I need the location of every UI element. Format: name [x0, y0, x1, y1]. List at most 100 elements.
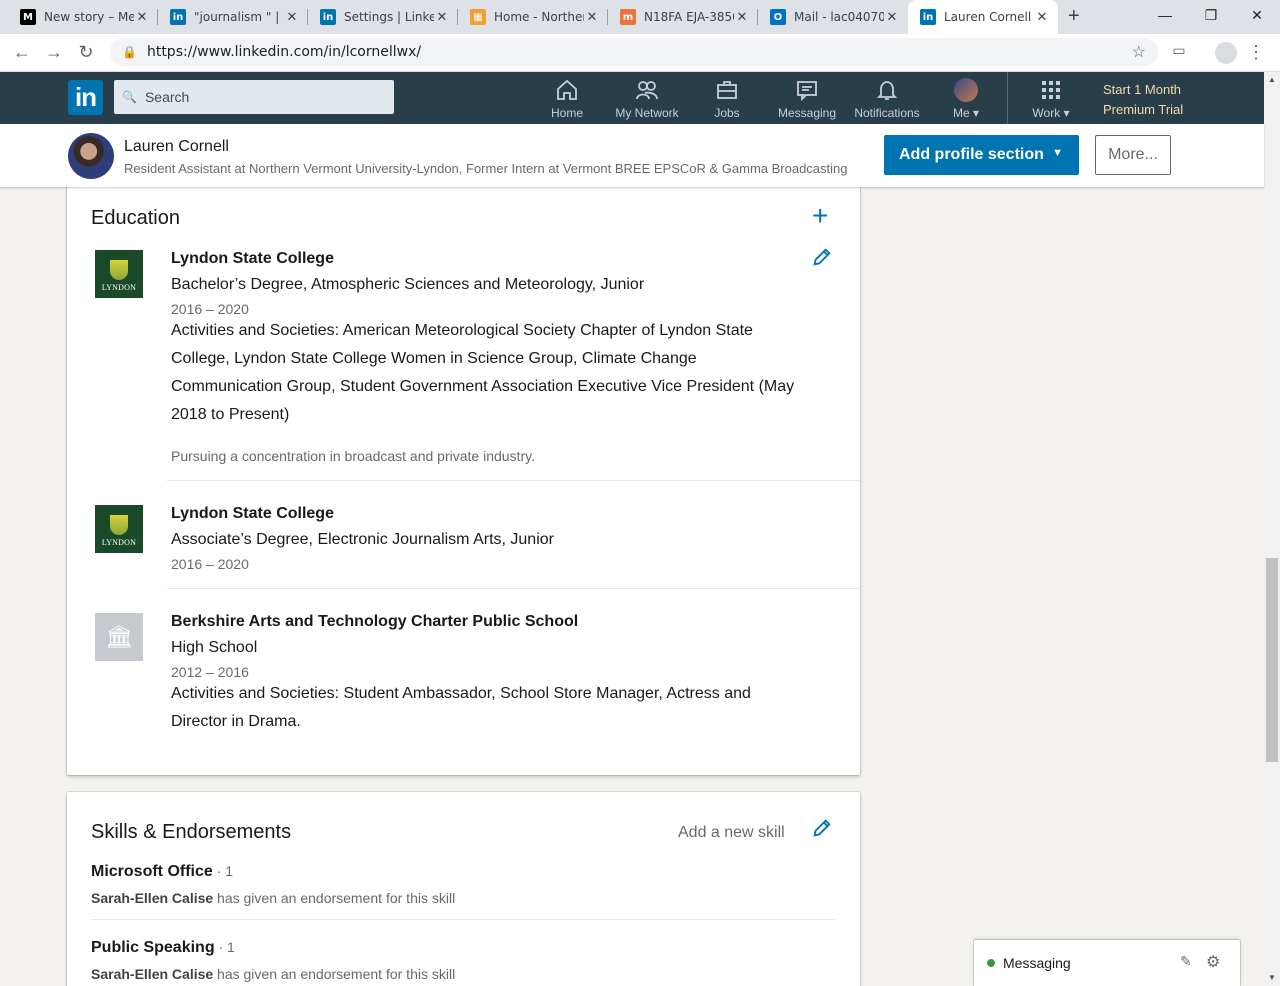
- close-tab-icon[interactable]: ✕: [584, 10, 600, 25]
- bookmark-star-icon[interactable]: ☆: [1132, 42, 1146, 62]
- tab-title: Mail - lac04070: [794, 10, 884, 24]
- home-icon: [546, 78, 588, 102]
- linkedin-nav: in 🔍 Search Home My Network Jobs Messagi…: [0, 72, 1264, 124]
- close-tab-icon[interactable]: ✕: [734, 10, 750, 25]
- nav-messaging[interactable]: Messaging: [776, 78, 838, 120]
- school-logo[interactable]: LYNDON: [95, 250, 143, 298]
- degree: Bachelor’s Degree, Atmospheric Sciences …: [171, 276, 645, 293]
- close-window-icon[interactable]: ✕: [1234, 0, 1280, 30]
- restore-icon[interactable]: ❐: [1188, 0, 1234, 30]
- add-education-icon[interactable]: +: [812, 202, 828, 230]
- menu-kebab-icon[interactable]: ⋮: [1244, 42, 1268, 63]
- degree: Associate’s Degree, Electronic Journalis…: [171, 531, 554, 548]
- messaging-label: Messaging: [1003, 955, 1071, 971]
- new-tab-icon[interactable]: +: [1068, 5, 1080, 28]
- scrollbar-thumb[interactable]: [1266, 558, 1278, 762]
- nav-work[interactable]: Work ▾: [1028, 78, 1074, 120]
- linkedin-favicon-icon: in: [320, 9, 336, 25]
- messaging-overlay[interactable]: Messaging ✎ ⚙: [974, 940, 1240, 986]
- tab-title: Lauren Cornell |: [944, 10, 1034, 24]
- scroll-up-arrow-icon[interactable]: ▲: [1264, 72, 1280, 88]
- minimize-icon[interactable]: —: [1142, 0, 1188, 30]
- edit-pencil-icon[interactable]: [811, 817, 833, 844]
- forward-icon[interactable]: →: [42, 42, 66, 63]
- profile-icon[interactable]: [1215, 42, 1237, 64]
- linkedin-favicon-icon: in: [920, 9, 936, 25]
- nav-jobs[interactable]: Jobs: [707, 78, 747, 120]
- school-logo[interactable]: 🏛: [95, 613, 143, 661]
- premium-line: Start 1 Month: [1103, 82, 1182, 97]
- add-new-skill-button[interactable]: Add a new skill: [678, 824, 785, 842]
- nav-home[interactable]: Home: [546, 78, 588, 120]
- edit-pencil-icon[interactable]: [811, 246, 833, 273]
- dates: 2016 – 2020: [171, 556, 249, 572]
- close-tab-icon[interactable]: ✕: [1034, 10, 1050, 25]
- messaging-icon: [776, 78, 838, 102]
- close-tab-icon[interactable]: ✕: [284, 10, 300, 25]
- browser-tab-bar: M New story – Me ✕ in "journalism " | S …: [0, 0, 1280, 34]
- endorsement-text: has given an endorsement for this skill: [213, 890, 456, 906]
- entry-divider: [167, 480, 860, 481]
- profile-sticky-header: Lauren Cornell Resident Assistant at Nor…: [0, 124, 1264, 187]
- browser-tab-active[interactable]: in Lauren Cornell | ✕: [908, 0, 1058, 34]
- activities: Activities and Societies: Student Ambass…: [171, 685, 751, 730]
- scrollbar-track[interactable]: [1264, 72, 1280, 986]
- cast-icon[interactable]: ▭: [1167, 42, 1191, 59]
- browser-tab[interactable]: m N18FA EJA-3850 ✕: [608, 0, 758, 34]
- dates: 2012 – 2016: [171, 664, 249, 680]
- search-placeholder: Search: [144, 89, 190, 105]
- add-profile-section-button[interactable]: Add profile section ▼: [884, 135, 1079, 175]
- endorser-name[interactable]: Sarah-Ellen Calise: [91, 966, 213, 982]
- close-tab-icon[interactable]: ✕: [134, 10, 150, 25]
- profile-avatar[interactable]: [68, 133, 114, 179]
- nav-my-network[interactable]: My Network: [612, 78, 682, 120]
- tab-title: Settings | Linked: [344, 10, 434, 24]
- browser-tab[interactable]: in "journalism " | S ✕: [158, 0, 308, 34]
- skill-name[interactable]: Public Speaking · 1: [91, 939, 235, 957]
- school-name[interactable]: Lyndon State College: [171, 250, 334, 268]
- close-tab-icon[interactable]: ✕: [434, 10, 450, 25]
- scroll-down-arrow-icon[interactable]: ▼: [1264, 970, 1280, 986]
- reload-icon[interactable]: ↻: [74, 42, 98, 63]
- portal-favicon-icon: ▦: [470, 9, 486, 25]
- nav-label: Jobs: [714, 106, 740, 120]
- tab-title: New story – Me: [44, 10, 134, 24]
- browser-tab[interactable]: M New story – Me ✕: [8, 0, 158, 34]
- nav-label: Work ▾: [1032, 106, 1070, 120]
- education-card: Education + LYNDON Lyndon State College …: [67, 170, 860, 775]
- more-button[interactable]: More...: [1095, 135, 1171, 175]
- section-title: Education: [91, 207, 180, 229]
- search-input[interactable]: 🔍 Search: [114, 80, 394, 114]
- url-text: https://www.linkedin.com/in/lcornellwx/: [146, 44, 422, 60]
- tab-title: N18FA EJA-3850: [644, 10, 734, 24]
- shield-icon: [110, 260, 128, 280]
- premium-trial-link[interactable]: Start 1 Month Premium Trial: [1103, 80, 1183, 120]
- profile-name: Lauren Cornell: [124, 138, 229, 155]
- gear-icon[interactable]: ⚙: [1206, 952, 1220, 972]
- school-name[interactable]: Lyndon State College: [171, 505, 334, 523]
- profile-headline: Resident Assistant at Northern Vermont U…: [124, 161, 848, 176]
- school-logo[interactable]: LYNDON: [95, 505, 143, 553]
- skill-divider: [91, 919, 835, 920]
- school-name[interactable]: Berkshire Arts and Technology Charter Pu…: [171, 613, 578, 631]
- compose-message-icon[interactable]: ✎: [1180, 953, 1192, 970]
- caret-down-icon: ▼: [1052, 147, 1063, 159]
- browser-tab[interactable]: O Mail - lac04070 ✕: [758, 0, 908, 34]
- browser-tab[interactable]: in Settings | Linked ✕: [308, 0, 458, 34]
- back-icon[interactable]: ←: [10, 42, 34, 63]
- endorser-name[interactable]: Sarah-Ellen Calise: [91, 890, 213, 906]
- section-title: Skills & Endorsements: [91, 821, 292, 843]
- entry-divider: [167, 588, 860, 589]
- url-field[interactable]: 🔒 https://www.linkedin.com/in/lcornellwx…: [110, 38, 1158, 66]
- linkedin-logo-icon[interactable]: in: [68, 80, 103, 115]
- endorsement-count: · 1: [214, 939, 235, 955]
- nav-notifications[interactable]: Notifications: [850, 78, 924, 120]
- tab-title: "journalism " | S: [194, 10, 284, 24]
- linkedin-favicon-icon: in: [170, 9, 186, 25]
- degree: High School: [171, 639, 258, 656]
- description: Pursuing a concentration in broadcast an…: [171, 448, 535, 464]
- nav-me[interactable]: Me ▾: [946, 78, 986, 120]
- close-tab-icon[interactable]: ✕: [884, 10, 900, 25]
- skill-name[interactable]: Microsoft Office · 1: [91, 863, 233, 881]
- browser-tab[interactable]: ▦ Home - Norther ✕: [458, 0, 608, 34]
